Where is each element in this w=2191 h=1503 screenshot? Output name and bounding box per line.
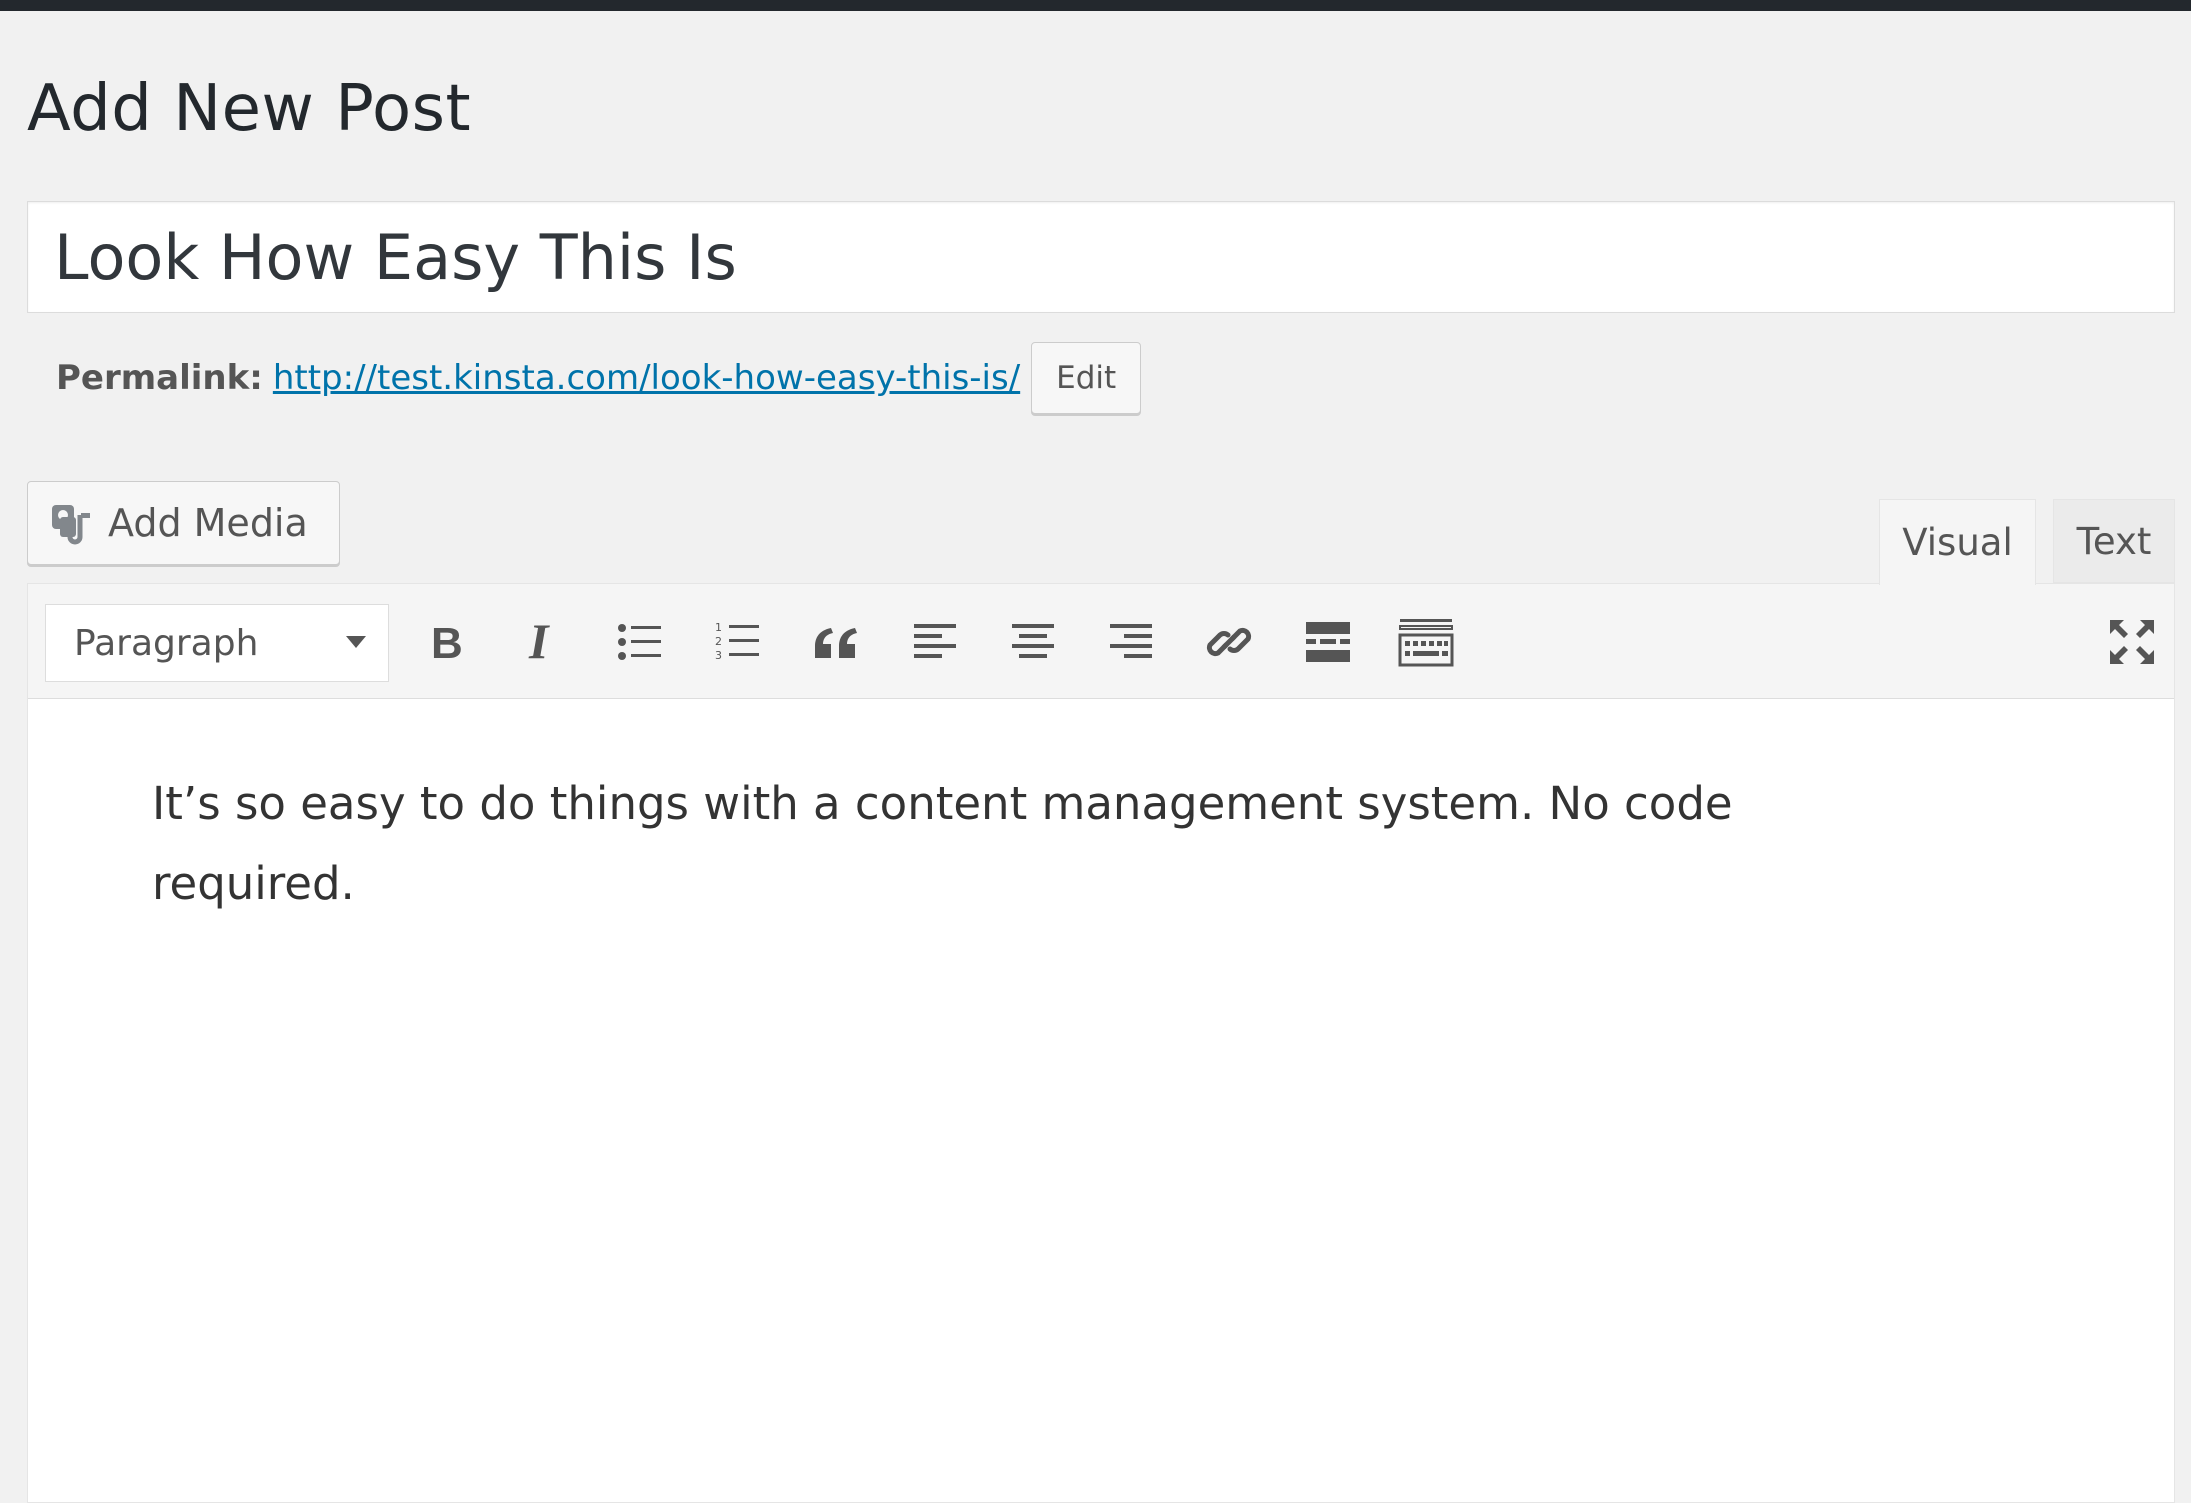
- numbered-list-icon: 1 2 3: [715, 621, 759, 662]
- editor-content[interactable]: It’s so easy to do things with a content…: [152, 764, 1802, 924]
- blockquote-icon: [815, 628, 857, 658]
- add-media-button[interactable]: Add Media: [27, 481, 340, 565]
- keyboard-icon: [1398, 619, 1454, 667]
- italic-icon: I: [528, 618, 550, 666]
- chevron-down-icon: [346, 636, 366, 648]
- bulleted-list-button[interactable]: [610, 612, 670, 672]
- post-title-input[interactable]: Look How Easy This Is: [27, 201, 2175, 313]
- align-right-button[interactable]: [1101, 612, 1161, 672]
- read-more-icon: [1306, 622, 1350, 662]
- bold-button[interactable]: B: [415, 612, 475, 672]
- format-select-value: Paragraph: [74, 622, 259, 664]
- tab-visual[interactable]: Visual: [1879, 499, 2036, 585]
- post-title-value: Look How Easy This Is: [54, 220, 737, 294]
- fullscreen-button[interactable]: [2102, 612, 2162, 672]
- permalink-label: Permalink:: [56, 358, 263, 398]
- align-right-icon: [1110, 624, 1152, 658]
- read-more-button[interactable]: [1298, 612, 1358, 672]
- svg-text:2: 2: [715, 635, 722, 648]
- svg-text:I: I: [528, 618, 550, 666]
- page-title: Add New Post: [27, 72, 472, 146]
- bold-icon: B: [431, 620, 463, 664]
- editor-area: Paragraph B I 1 2 3 It’s so easy to do t…: [27, 583, 2175, 1503]
- permalink-row: Permalink: http://test.kinsta.com/look-h…: [56, 341, 1142, 415]
- align-left-icon: [914, 624, 956, 658]
- toolbar-toggle-button[interactable]: [1396, 612, 1456, 672]
- permalink-link[interactable]: http://test.kinsta.com/look-how-easy-thi…: [273, 358, 1020, 398]
- svg-text:3: 3: [715, 649, 722, 662]
- align-center-icon: [1012, 624, 1054, 658]
- admin-bar: [0, 0, 2191, 11]
- italic-button[interactable]: I: [513, 612, 573, 672]
- bulleted-list-icon: [618, 624, 661, 660]
- link-icon: [1206, 627, 1252, 657]
- add-media-icon: [52, 505, 90, 545]
- blockquote-button[interactable]: [806, 612, 866, 672]
- format-select[interactable]: Paragraph: [45, 604, 389, 682]
- align-left-button[interactable]: [905, 612, 965, 672]
- add-media-label: Add Media: [108, 501, 308, 545]
- numbered-list-button[interactable]: 1 2 3: [708, 612, 768, 672]
- editor-toolbar: Paragraph B I 1 2 3: [28, 584, 2174, 699]
- svg-text:B: B: [431, 620, 463, 664]
- svg-text:1: 1: [715, 621, 722, 634]
- permalink-edit-button[interactable]: Edit: [1031, 342, 1142, 414]
- fullscreen-icon: [2110, 620, 2154, 664]
- align-center-button[interactable]: [1003, 612, 1063, 672]
- tab-text[interactable]: Text: [2053, 499, 2175, 583]
- insert-link-button[interactable]: [1199, 612, 1259, 672]
